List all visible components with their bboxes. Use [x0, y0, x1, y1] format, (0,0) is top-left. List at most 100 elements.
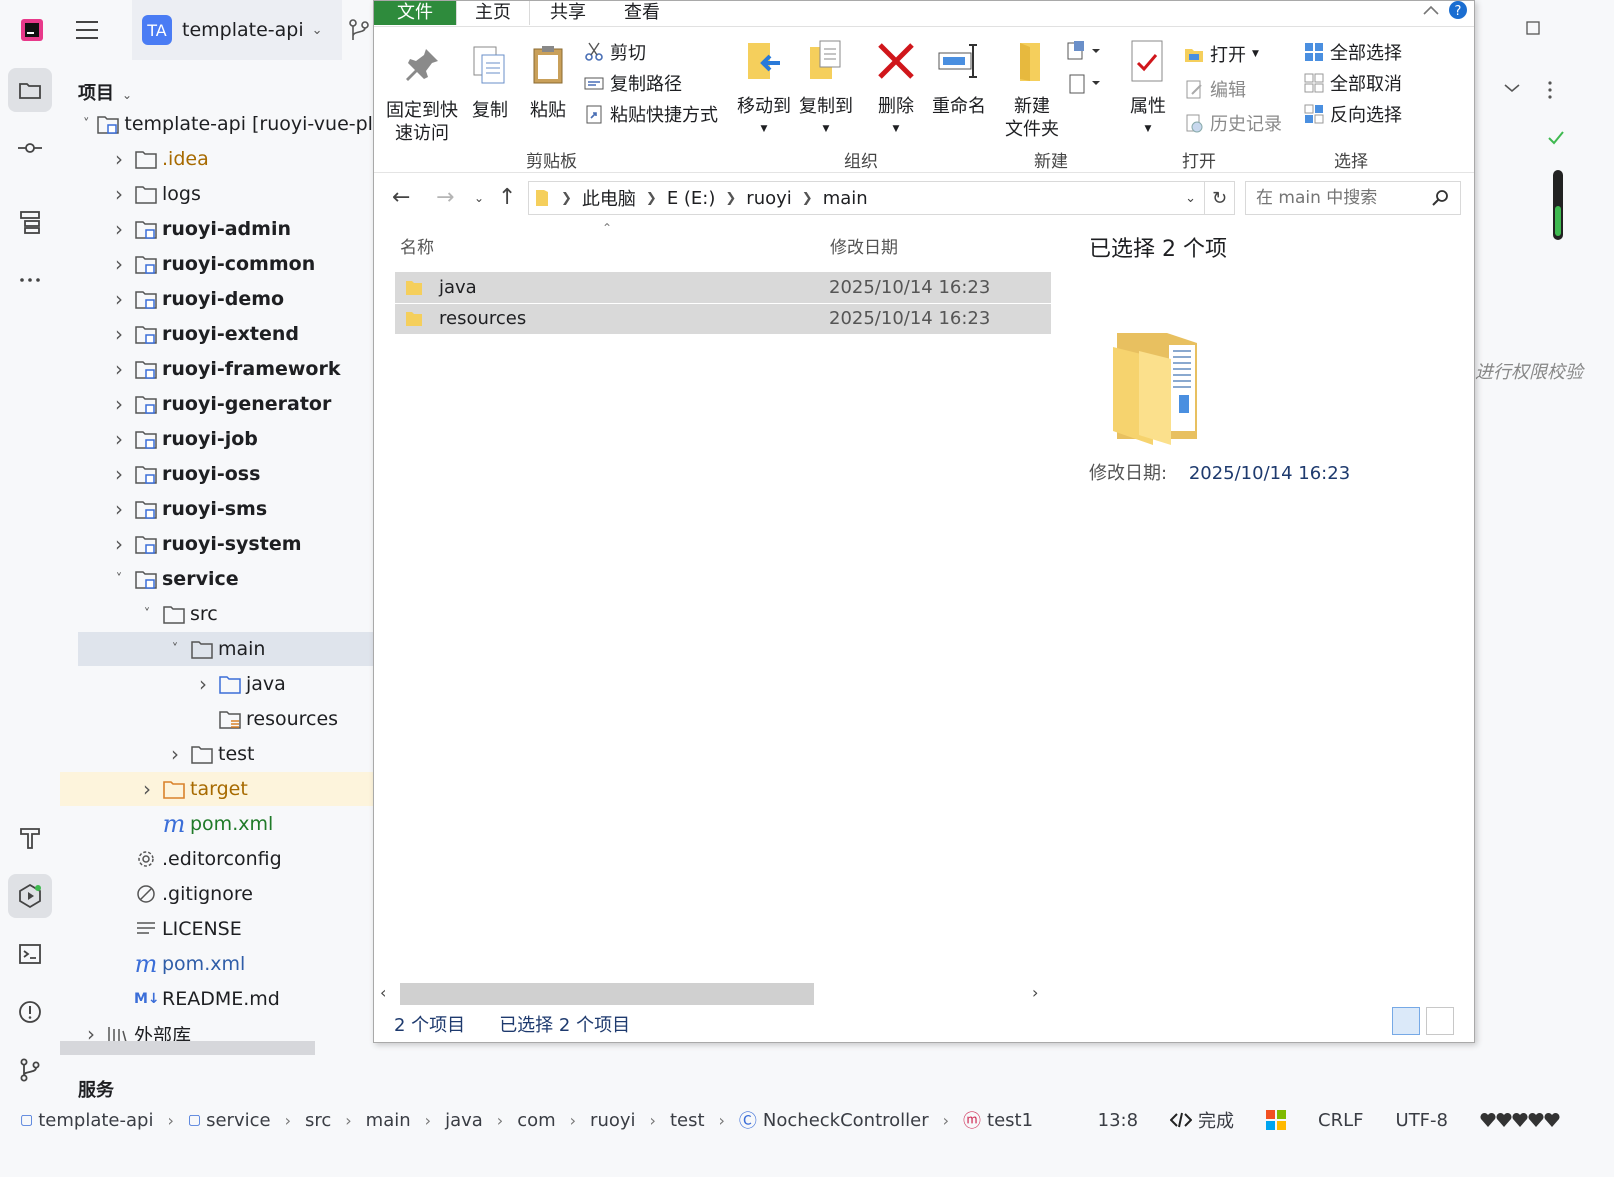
- file-encoding[interactable]: UTF-8: [1396, 1110, 1448, 1131]
- project-switcher[interactable]: TA template-api ⌄: [132, 0, 342, 60]
- terminal-tool-icon[interactable]: [8, 932, 52, 976]
- chevron-right-icon[interactable]: ›: [110, 287, 128, 311]
- scroll-right-icon[interactable]: ›: [1032, 983, 1038, 1002]
- tree-item[interactable]: › ruoyi-framework: [60, 352, 385, 386]
- chevron-right-icon[interactable]: ›: [138, 777, 156, 801]
- tree-item[interactable]: › ruoyi-oss: [60, 457, 385, 491]
- tab-home[interactable]: 主页: [456, 1, 530, 25]
- help-icon[interactable]: ?: [1448, 0, 1468, 20]
- services-tool-icon[interactable]: [8, 874, 52, 918]
- structure-tool-icon[interactable]: [8, 200, 52, 244]
- file-list-horizontal-scrollbar[interactable]: ‹ ›: [380, 983, 1040, 1005]
- copy-button[interactable]: 复制: [468, 43, 512, 122]
- copy-to-button[interactable]: 复制到 ▼: [798, 39, 854, 141]
- chevron-down-icon[interactable]: ˅: [166, 642, 184, 657]
- address-segment[interactable]: E (E:): [667, 188, 716, 209]
- search-input[interactable]: [1256, 188, 1426, 208]
- chevron-down-icon[interactable]: ˅: [110, 572, 128, 587]
- chevron-right-icon[interactable]: ›: [110, 252, 128, 276]
- windows-logo-icon[interactable]: [1266, 1110, 1287, 1130]
- address-bar[interactable]: ❯ 此电脑 ❯ E (E:) ❯ ruoyi ❯ main ⌄: [528, 181, 1205, 215]
- details-view-icon[interactable]: [1392, 1007, 1420, 1035]
- problems-tool-icon[interactable]: [8, 990, 52, 1034]
- properties-button[interactable]: 属性 ▼: [1126, 39, 1170, 141]
- tree-item[interactable]: resources: [60, 702, 385, 736]
- tree-item[interactable]: › .idea: [60, 142, 385, 176]
- breadcrumb-item[interactable]: src: [305, 1110, 331, 1131]
- chevron-right-icon[interactable]: ›: [110, 462, 128, 486]
- chevron-down-icon[interactable]: [1503, 82, 1521, 94]
- tree-item[interactable]: .gitignore: [60, 877, 385, 911]
- column-date[interactable]: 修改日期: [830, 233, 898, 258]
- tree-item[interactable]: m pom.xml: [60, 807, 385, 841]
- editor-scrollbar-marker[interactable]: [1553, 170, 1563, 240]
- ai-status[interactable]: 完成: [1170, 1107, 1234, 1133]
- open-button[interactable]: 打开 ▼: [1184, 41, 1259, 67]
- chevron-right-icon[interactable]: ›: [166, 742, 184, 766]
- address-history-icon[interactable]: ⌄: [1185, 191, 1196, 206]
- maximize-icon[interactable]: [1525, 20, 1541, 36]
- chevron-right-icon[interactable]: ›: [110, 392, 128, 416]
- pin-quick-access-button[interactable]: 固定到快 速访问: [386, 43, 458, 145]
- breadcrumb-item[interactable]: Ⓒ NocheckController: [739, 1107, 929, 1133]
- tree-horizontal-scrollbar[interactable]: [60, 1041, 315, 1055]
- tree-item[interactable]: m pom.xml: [60, 947, 385, 981]
- tree-item[interactable]: ˅ service: [60, 562, 385, 596]
- chevron-right-icon[interactable]: ›: [110, 322, 128, 346]
- chevron-down-icon[interactable]: ˅: [138, 607, 156, 622]
- column-name[interactable]: 名称: [400, 233, 434, 258]
- breadcrumb-item[interactable]: ▢ service: [188, 1110, 271, 1131]
- caret-position[interactable]: 13:8: [1098, 1110, 1138, 1131]
- tree-item[interactable]: M↓ README.md: [60, 982, 385, 1016]
- delete-button[interactable]: 删除 ▼: [874, 39, 918, 141]
- back-arrow-icon[interactable]: ←: [392, 185, 410, 210]
- recent-locations-icon[interactable]: ⌄: [474, 191, 484, 205]
- project-panel-title[interactable]: 项目 ⌄: [78, 79, 132, 105]
- build-tool-icon[interactable]: [8, 816, 52, 860]
- easy-access-icon[interactable]: [1066, 71, 1102, 95]
- file-row[interactable]: java 2025/10/14 16:23: [395, 272, 1051, 303]
- tree-item[interactable]: › ruoyi-job: [60, 422, 385, 456]
- tree-item[interactable]: LICENSE: [60, 912, 385, 946]
- tree-item[interactable]: › ruoyi-demo: [60, 282, 385, 316]
- select-all-button[interactable]: 全部选择: [1304, 39, 1402, 65]
- scrollbar-thumb[interactable]: [400, 983, 814, 1005]
- rename-button[interactable]: 重命名: [930, 39, 988, 118]
- collapse-ribbon-icon[interactable]: [1422, 4, 1440, 16]
- more-tools-icon[interactable]: [8, 258, 52, 302]
- forward-arrow-icon[interactable]: →: [436, 185, 454, 210]
- tree-item[interactable]: › logs: [60, 177, 385, 211]
- paste-shortcut-button[interactable]: 粘贴快捷方式: [584, 101, 718, 127]
- move-to-button[interactable]: 移动到 ▼: [736, 39, 792, 141]
- breadcrumb-item[interactable]: ⓜ test1: [963, 1107, 1033, 1133]
- invert-selection-button[interactable]: 反向选择: [1304, 101, 1402, 127]
- chevron-right-icon[interactable]: ›: [110, 532, 128, 556]
- tree-item[interactable]: › ruoyi-common: [60, 247, 385, 281]
- large-icons-view-icon[interactable]: [1426, 1007, 1454, 1035]
- tree-item[interactable]: › test: [60, 737, 385, 771]
- tree-item[interactable]: › target: [60, 772, 385, 806]
- scroll-left-icon[interactable]: ‹: [380, 983, 386, 1002]
- chevron-right-icon[interactable]: ›: [110, 497, 128, 521]
- line-ending[interactable]: CRLF: [1318, 1110, 1363, 1131]
- chevron-right-icon[interactable]: ›: [110, 427, 128, 451]
- commit-tool-icon[interactable]: [8, 126, 52, 170]
- address-segment[interactable]: main: [823, 188, 868, 209]
- search-box[interactable]: [1245, 181, 1461, 215]
- tree-item[interactable]: › ruoyi-extend: [60, 317, 385, 351]
- chevron-right-icon[interactable]: ›: [110, 217, 128, 241]
- tree-item[interactable]: .editorconfig: [60, 842, 385, 876]
- file-row[interactable]: resources 2025/10/14 16:23: [395, 303, 1051, 334]
- breadcrumb-item[interactable]: ruoyi: [590, 1110, 635, 1131]
- address-segment[interactable]: 此电脑: [582, 185, 636, 211]
- tree-item[interactable]: › ruoyi-generator: [60, 387, 385, 421]
- new-item-icon[interactable]: [1066, 39, 1102, 63]
- more-vertical-icon[interactable]: [1547, 80, 1553, 100]
- chevron-right-icon[interactable]: ›: [194, 672, 212, 696]
- breadcrumb-item[interactable]: test: [670, 1110, 705, 1131]
- tree-item[interactable]: ˅ template-api [ruoyi-vue-plu: [60, 107, 385, 141]
- address-segment[interactable]: ruoyi: [746, 188, 791, 209]
- select-none-button[interactable]: 全部取消: [1304, 70, 1402, 96]
- up-arrow-icon[interactable]: ↑: [498, 185, 516, 210]
- chevron-right-icon[interactable]: ›: [110, 357, 128, 381]
